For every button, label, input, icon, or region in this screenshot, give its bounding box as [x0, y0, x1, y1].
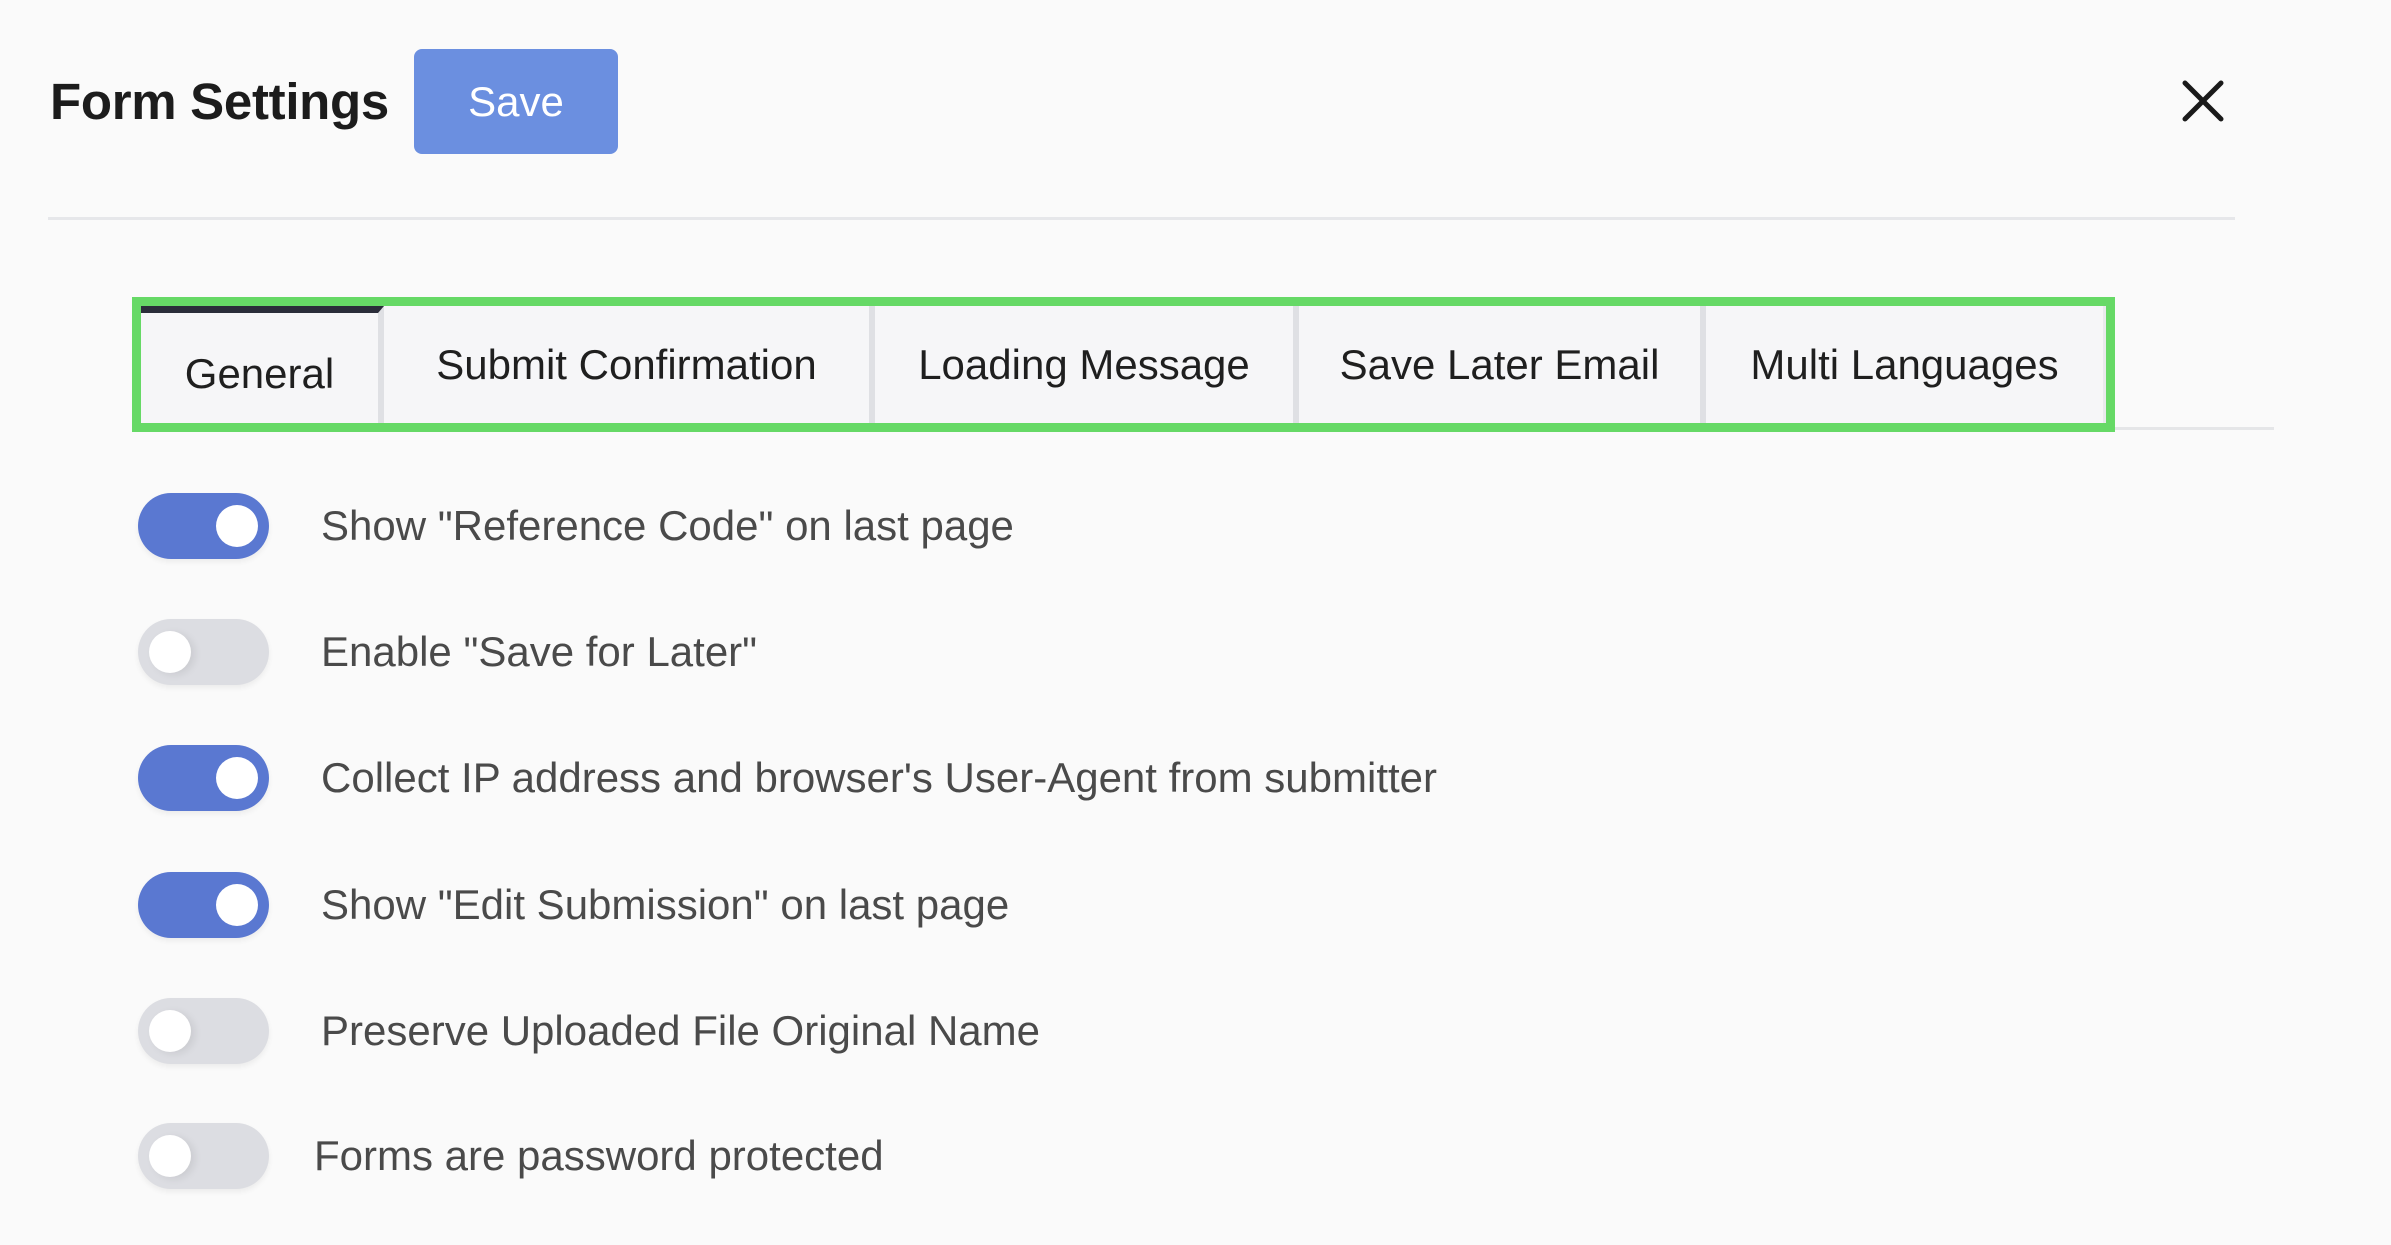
- toggle-knob: [216, 505, 258, 547]
- setting-row-edit-submission: Show "Edit Submission" on last page: [138, 872, 1938, 938]
- setting-row-preserve-filename: Preserve Uploaded File Original Name: [138, 998, 1938, 1064]
- setting-label: Collect IP address and browser's User-Ag…: [321, 754, 1438, 801]
- toggle-knob: [149, 1010, 191, 1052]
- setting-label: Enable "Save for Later": [321, 628, 758, 675]
- setting-row-reference-code: Show "Reference Code" on last page: [138, 493, 1938, 559]
- toggle-knob: [149, 631, 191, 673]
- setting-row-collect-ip: Collect IP address and browser's User-Ag…: [138, 745, 1938, 811]
- toggle-knob: [216, 884, 258, 926]
- tabs-highlight-box: [132, 297, 2115, 432]
- toggle-knob: [216, 757, 258, 799]
- setting-row-save-for-later: Enable "Save for Later": [138, 619, 1938, 685]
- toggle-knob: [149, 1135, 191, 1177]
- setting-row-password-protected: Forms are password protected: [138, 1123, 1938, 1189]
- toggle-preserve-filename[interactable]: [138, 998, 269, 1064]
- toggle-reference-code[interactable]: [138, 493, 269, 559]
- toggle-edit-submission[interactable]: [138, 872, 269, 938]
- close-button[interactable]: [2176, 74, 2230, 128]
- setting-label: Show "Edit Submission" on last page: [321, 881, 1010, 928]
- page-title: Form Settings: [50, 73, 389, 130]
- setting-label: Show "Reference Code" on last page: [321, 502, 1014, 549]
- toggle-password-protected[interactable]: [138, 1123, 269, 1189]
- setting-label: Forms are password protected: [314, 1132, 884, 1179]
- close-icon: [2182, 80, 2224, 122]
- setting-label: Preserve Uploaded File Original Name: [321, 1007, 1040, 1054]
- toggle-collect-ip[interactable]: [138, 745, 269, 811]
- header-divider: [48, 217, 2235, 220]
- toggle-save-for-later[interactable]: [138, 619, 269, 685]
- save-button[interactable]: Save: [414, 49, 618, 154]
